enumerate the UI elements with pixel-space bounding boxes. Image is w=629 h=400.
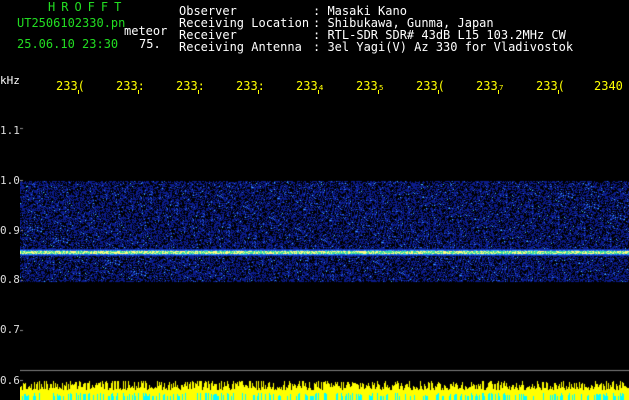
- meteor-count: 75.: [139, 37, 161, 51]
- file-name: UT2506102330.pn: [17, 16, 126, 30]
- time-tick-mark: [558, 90, 559, 94]
- time-tick-mark: [378, 90, 379, 94]
- time-tick-label: 233:: [116, 79, 145, 93]
- y-tick-label: 0.9: [0, 224, 20, 237]
- time-tick-mark: [198, 90, 199, 94]
- time-tick-mark: [318, 90, 319, 94]
- y-tick-label: 1.1: [0, 124, 20, 137]
- time-tick-mark: [438, 90, 439, 94]
- time-tick-label: 233₇: [476, 79, 505, 93]
- brand-title: HROFFT: [48, 0, 128, 14]
- time-tick-label: 233₄: [296, 79, 325, 93]
- time-tick-mark: [258, 90, 259, 94]
- y-axis-unit: kHz: [0, 74, 20, 87]
- y-tick-label: 0.7: [0, 323, 20, 336]
- time-tick-label: 233:: [176, 79, 205, 93]
- time-tick-label: 233:: [236, 79, 265, 93]
- hrofft-screen: HROFFT UT2506102330.pn meteor 25.06.10 2…: [0, 0, 629, 400]
- time-tick-mark: [498, 90, 499, 94]
- time-tick-label: 233(: [56, 79, 85, 93]
- time-tick-label: 233(: [416, 79, 445, 93]
- time-tick-label: 233₅: [356, 79, 385, 93]
- y-tick-label: 0.6: [0, 374, 20, 387]
- time-tick-mark: [78, 90, 79, 94]
- spectrogram-canvas: [20, 95, 629, 400]
- y-tick-label: 1.0: [0, 174, 20, 187]
- info-antenna-value: : 3el Yagi(V) Az 330 for Vladivostok: [313, 40, 574, 54]
- time-tick-mark: [138, 90, 139, 94]
- info-antenna-key: Receiving Antenna: [179, 40, 302, 54]
- observation-datetime: 25.06.10 23:30: [17, 37, 119, 51]
- time-tick-label: 2340: [594, 79, 623, 93]
- time-tick-label: 233(: [536, 79, 565, 93]
- y-tick-label: 0.8: [0, 273, 20, 286]
- meteor-label: meteor: [124, 24, 168, 38]
